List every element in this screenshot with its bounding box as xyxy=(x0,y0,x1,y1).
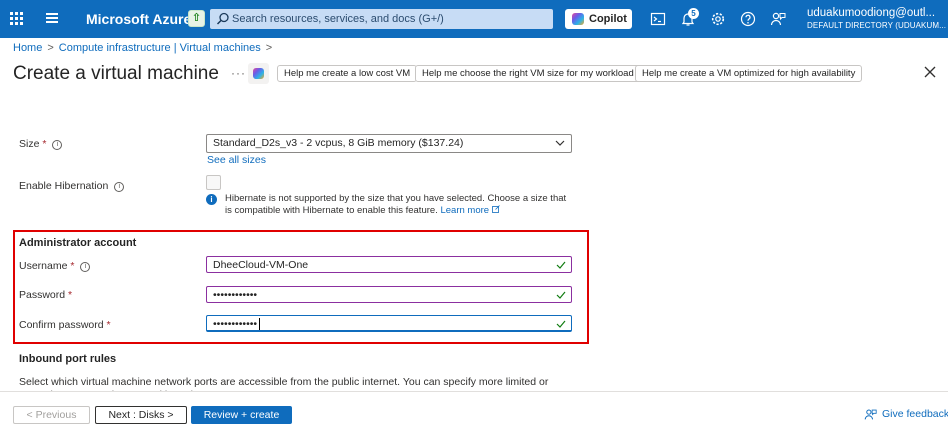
info-filled-icon: i xyxy=(206,194,217,205)
review-create-button[interactable]: Review + create xyxy=(191,406,292,424)
see-all-sizes-link[interactable]: See all sizes xyxy=(207,154,266,166)
next-disks-button[interactable]: Next : Disks > xyxy=(95,406,187,424)
suggestion-low-cost-vm[interactable]: Help me create a low cost VM xyxy=(277,65,418,82)
feedback-person-icon xyxy=(864,409,877,420)
copilot-chip-button[interactable] xyxy=(248,63,269,84)
size-label: Size * i xyxy=(19,138,63,150)
password-label: Password * xyxy=(19,289,72,301)
close-icon[interactable] xyxy=(924,66,936,78)
username-input[interactable] xyxy=(213,258,543,271)
chevron-down-icon xyxy=(555,140,565,146)
size-label-text: Size xyxy=(19,138,40,150)
notification-badge: 5 xyxy=(688,8,699,19)
inbound-port-rules-description: Select which virtual machine network por… xyxy=(19,376,549,388)
inbound-port-rules-title: Inbound port rules xyxy=(19,353,117,365)
copilot-button[interactable]: Copilot xyxy=(565,9,632,29)
username-label-text: Username xyxy=(19,260,68,272)
confirm-password-field[interactable] xyxy=(206,315,572,332)
cloud-shell-icon[interactable] xyxy=(650,11,666,27)
help-icon[interactable] xyxy=(740,11,756,27)
confirm-password-input[interactable] xyxy=(213,317,543,330)
suggestion-vm-size[interactable]: Help me choose the right VM size for my … xyxy=(415,65,641,82)
more-options-icon[interactable]: ··· xyxy=(231,66,246,80)
administrator-account-title: Administrator account xyxy=(19,237,137,249)
info-icon[interactable]: i xyxy=(80,262,91,272)
feedback-person-icon[interactable] xyxy=(770,11,786,27)
checkmark-icon xyxy=(556,320,566,328)
top-bar: Microsoft Azure ⇧ Copilot 5 uduakumoodio… xyxy=(0,0,948,38)
required-marker: * xyxy=(70,260,75,272)
external-link-icon xyxy=(491,205,500,213)
breadcrumb-parent[interactable]: Compute infrastructure | Virtual machine… xyxy=(59,42,261,54)
user-directory: DEFAULT DIRECTORY (UDUAKUM... xyxy=(807,21,947,30)
copilot-label: Copilot xyxy=(589,13,627,25)
hibernation-note-text: Hibernate is not supported by the size t… xyxy=(225,193,567,216)
required-marker: * xyxy=(42,138,47,150)
global-search[interactable] xyxy=(210,9,553,29)
checkmark-icon xyxy=(556,291,566,299)
upload-icon[interactable]: ⇧ xyxy=(188,10,205,27)
suggestion-high-availability[interactable]: Help me create a VM optimized for high a… xyxy=(635,65,863,82)
required-marker: * xyxy=(106,319,111,331)
confirm-password-label-text: Confirm password xyxy=(19,319,104,331)
size-select[interactable]: Standard_D2s_v3 - 2 vcpus, 8 GiB memory … xyxy=(206,134,572,153)
user-name: uduakumoodiong@outl... xyxy=(807,7,936,19)
info-icon[interactable]: i xyxy=(52,140,63,150)
previous-button[interactable]: < Previous xyxy=(13,406,90,424)
hibernation-label: Enable Hibernation i xyxy=(19,180,125,192)
size-select-value: Standard_D2s_v3 - 2 vcpus, 8 GiB memory … xyxy=(213,137,464,149)
checkmark-icon xyxy=(556,261,566,269)
menu-icon[interactable] xyxy=(46,13,58,23)
search-input[interactable] xyxy=(232,11,547,27)
required-marker: * xyxy=(68,289,73,301)
chevron-right-icon: > xyxy=(47,42,54,54)
search-icon xyxy=(216,12,229,25)
breadcrumb-home[interactable]: Home xyxy=(13,42,42,54)
breadcrumb: Home > Compute infrastructure | Virtual ma… xyxy=(13,42,277,54)
page-title: Create a virtual machine xyxy=(13,63,219,84)
copilot-icon xyxy=(572,13,584,25)
hibernation-checkbox xyxy=(206,175,221,190)
account-menu[interactable]: uduakumoodiong@outl... DEFAULT DIRECTORY… xyxy=(807,7,946,30)
settings-gear-icon[interactable] xyxy=(710,11,726,27)
learn-more-link[interactable]: Learn more xyxy=(440,205,489,216)
password-label-text: Password xyxy=(19,289,66,301)
app-launcher-icon[interactable] xyxy=(10,12,24,26)
text-cursor xyxy=(259,318,260,330)
hibernation-label-text: Enable Hibernation xyxy=(19,180,109,192)
username-field[interactable] xyxy=(206,256,572,273)
info-icon[interactable]: i xyxy=(114,182,125,192)
password-input[interactable] xyxy=(213,288,543,301)
chevron-right-icon: > xyxy=(265,42,273,54)
username-label: Username * i xyxy=(19,260,91,272)
confirm-password-label: Confirm password * xyxy=(19,319,111,331)
password-field[interactable] xyxy=(206,286,572,303)
brand-title[interactable]: Microsoft Azure xyxy=(86,11,191,27)
copilot-icon xyxy=(253,68,264,79)
give-feedback-label: Give feedback xyxy=(882,408,948,420)
wizard-footer: < Previous Next : Disks > Review + creat… xyxy=(0,391,948,433)
